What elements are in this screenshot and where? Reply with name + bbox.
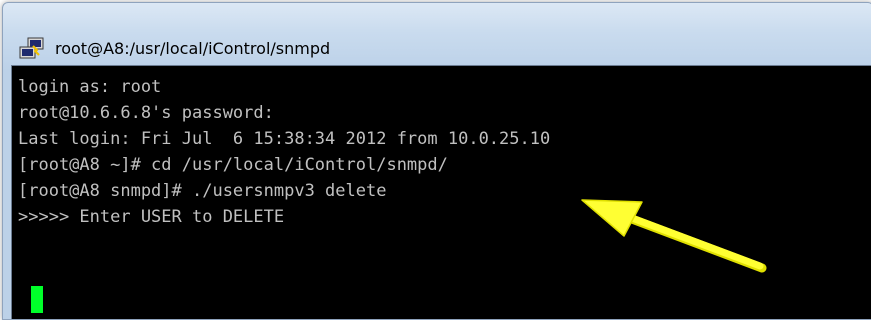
terminal-line: [root@A8 snmpd]# ./usersnmpv3 delete (18, 181, 387, 201)
arrow-icon (581, 199, 767, 273)
terminal-output: login as: root root@10.6.6.8's password:… (18, 74, 550, 230)
terminal-cursor (31, 286, 43, 313)
window-title: root@A8:/usr/local/iControl/snmpd (55, 39, 331, 58)
title-bar[interactable]: root@A8:/usr/local/iControl/snmpd (3, 3, 871, 65)
terminal-line: Last login: Fri Jul 6 15:38:34 2012 from… (18, 129, 551, 149)
terminal-line: root@10.6.6.8's password: (18, 103, 274, 123)
terminal-line: >>>>> Enter USER to DELETE (18, 207, 285, 227)
putty-icon (19, 37, 44, 59)
terminal-line: login as: root (18, 77, 162, 97)
terminal-line: [root@A8 ~]# cd /usr/local/iControl/snmp… (18, 155, 448, 175)
terminal-screen[interactable]: login as: root root@10.6.6.8's password:… (11, 65, 871, 319)
